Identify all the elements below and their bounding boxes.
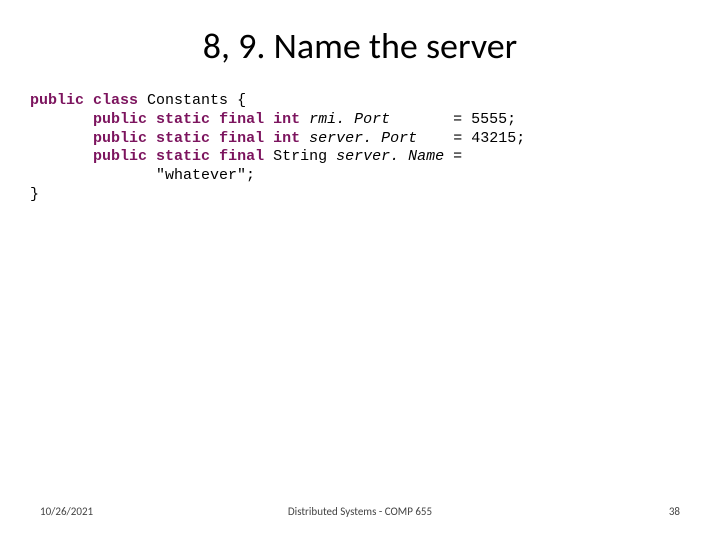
val-rmi-port: = 5555; <box>453 111 516 128</box>
kw-class: class <box>93 92 138 109</box>
kw-static: static <box>156 148 210 165</box>
class-name: Constants { <box>138 92 246 109</box>
slide-title: 8, 9. Name the server <box>0 24 720 68</box>
footer-center: Distributed Systems - COMP 655 <box>0 505 720 518</box>
kw-public: public <box>93 148 147 165</box>
kw-final: final <box>219 148 264 165</box>
kw-public: public <box>93 111 147 128</box>
kw-static: static <box>156 130 210 147</box>
kw-int: int <box>273 111 300 128</box>
kw-public: public <box>93 130 147 147</box>
kw-public: public <box>30 92 84 109</box>
eq: = <box>444 148 462 165</box>
kw-int: int <box>273 130 300 147</box>
slide: 8, 9. Name the server public class Const… <box>0 0 720 540</box>
code-block: public class Constants { public static f… <box>30 92 525 205</box>
footer-page-number: 38 <box>669 505 680 518</box>
var-server-name: server. Name <box>336 148 444 165</box>
kw-static: static <box>156 111 210 128</box>
string-literal: "whatever"; <box>156 167 255 184</box>
var-server-port: server. Port <box>309 130 417 147</box>
val-server-port: = 43215; <box>453 130 525 147</box>
close-brace: } <box>30 186 39 203</box>
type-string: String <box>264 148 336 165</box>
kw-final: final <box>219 111 264 128</box>
var-rmi-port: rmi. Port <box>309 111 390 128</box>
kw-final: final <box>219 130 264 147</box>
